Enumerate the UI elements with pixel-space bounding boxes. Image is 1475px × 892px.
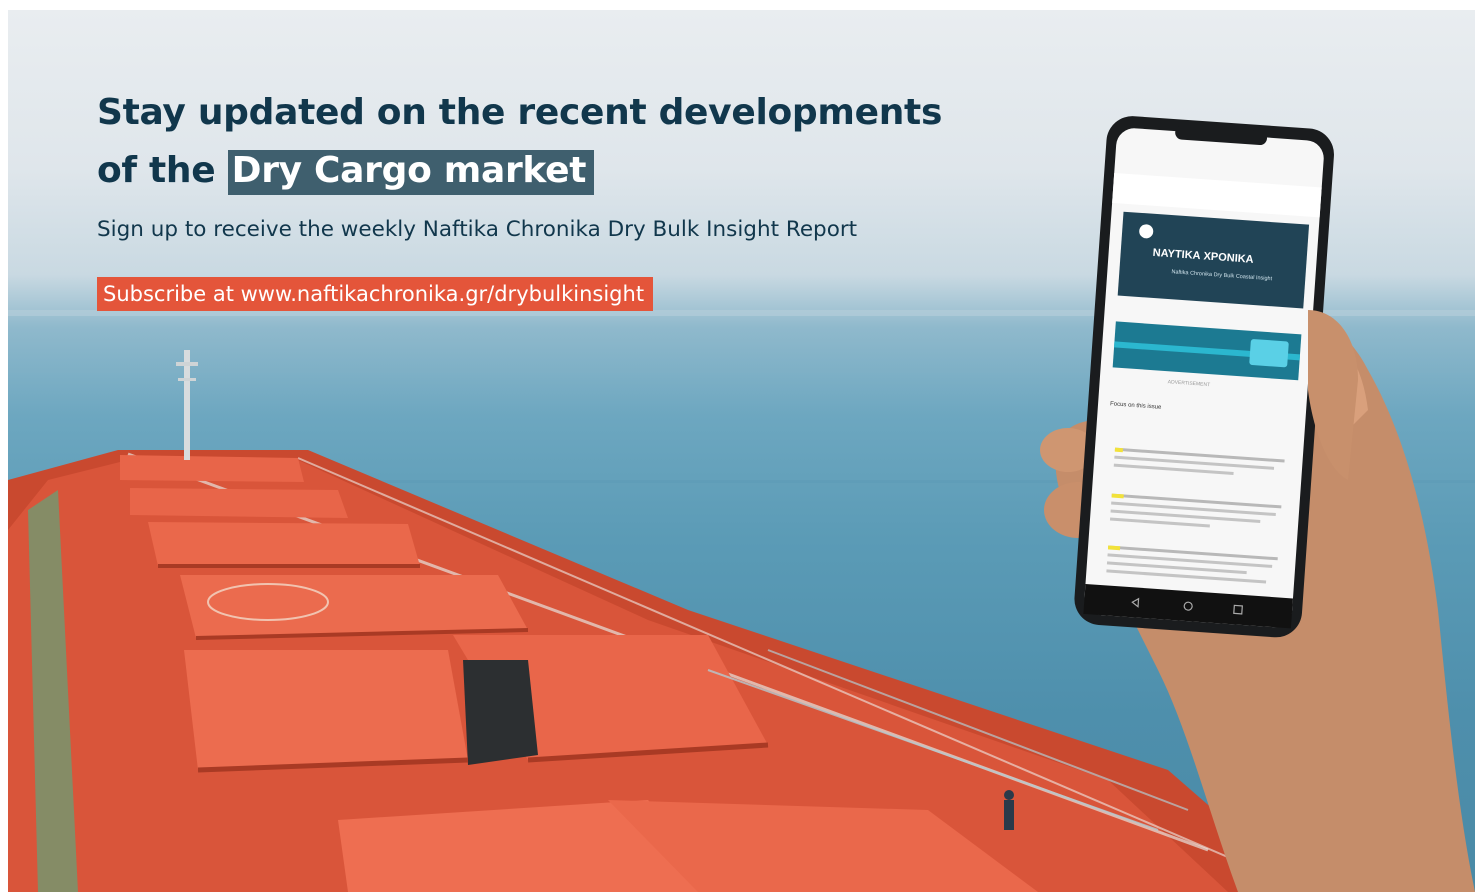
headline-line-1: Stay updated on the recent developments	[97, 92, 943, 133]
headline-line-2-prefix: of the	[97, 150, 216, 191]
subheadline: Sign up to receive the weekly Naftika Ch…	[97, 217, 858, 242]
headline: Stay updated on the recent developments …	[97, 84, 942, 200]
newsletter-banner: ΝΑΥΤΙΚΑ ΧΡΟΝΙΚΑ Naftika Chronika Dry Bul…	[8, 10, 1475, 892]
subscribe-link[interactable]: Subscribe at www.naftikachronika.gr/dryb…	[97, 277, 654, 311]
headline-highlight: Dry Cargo market	[227, 150, 595, 195]
